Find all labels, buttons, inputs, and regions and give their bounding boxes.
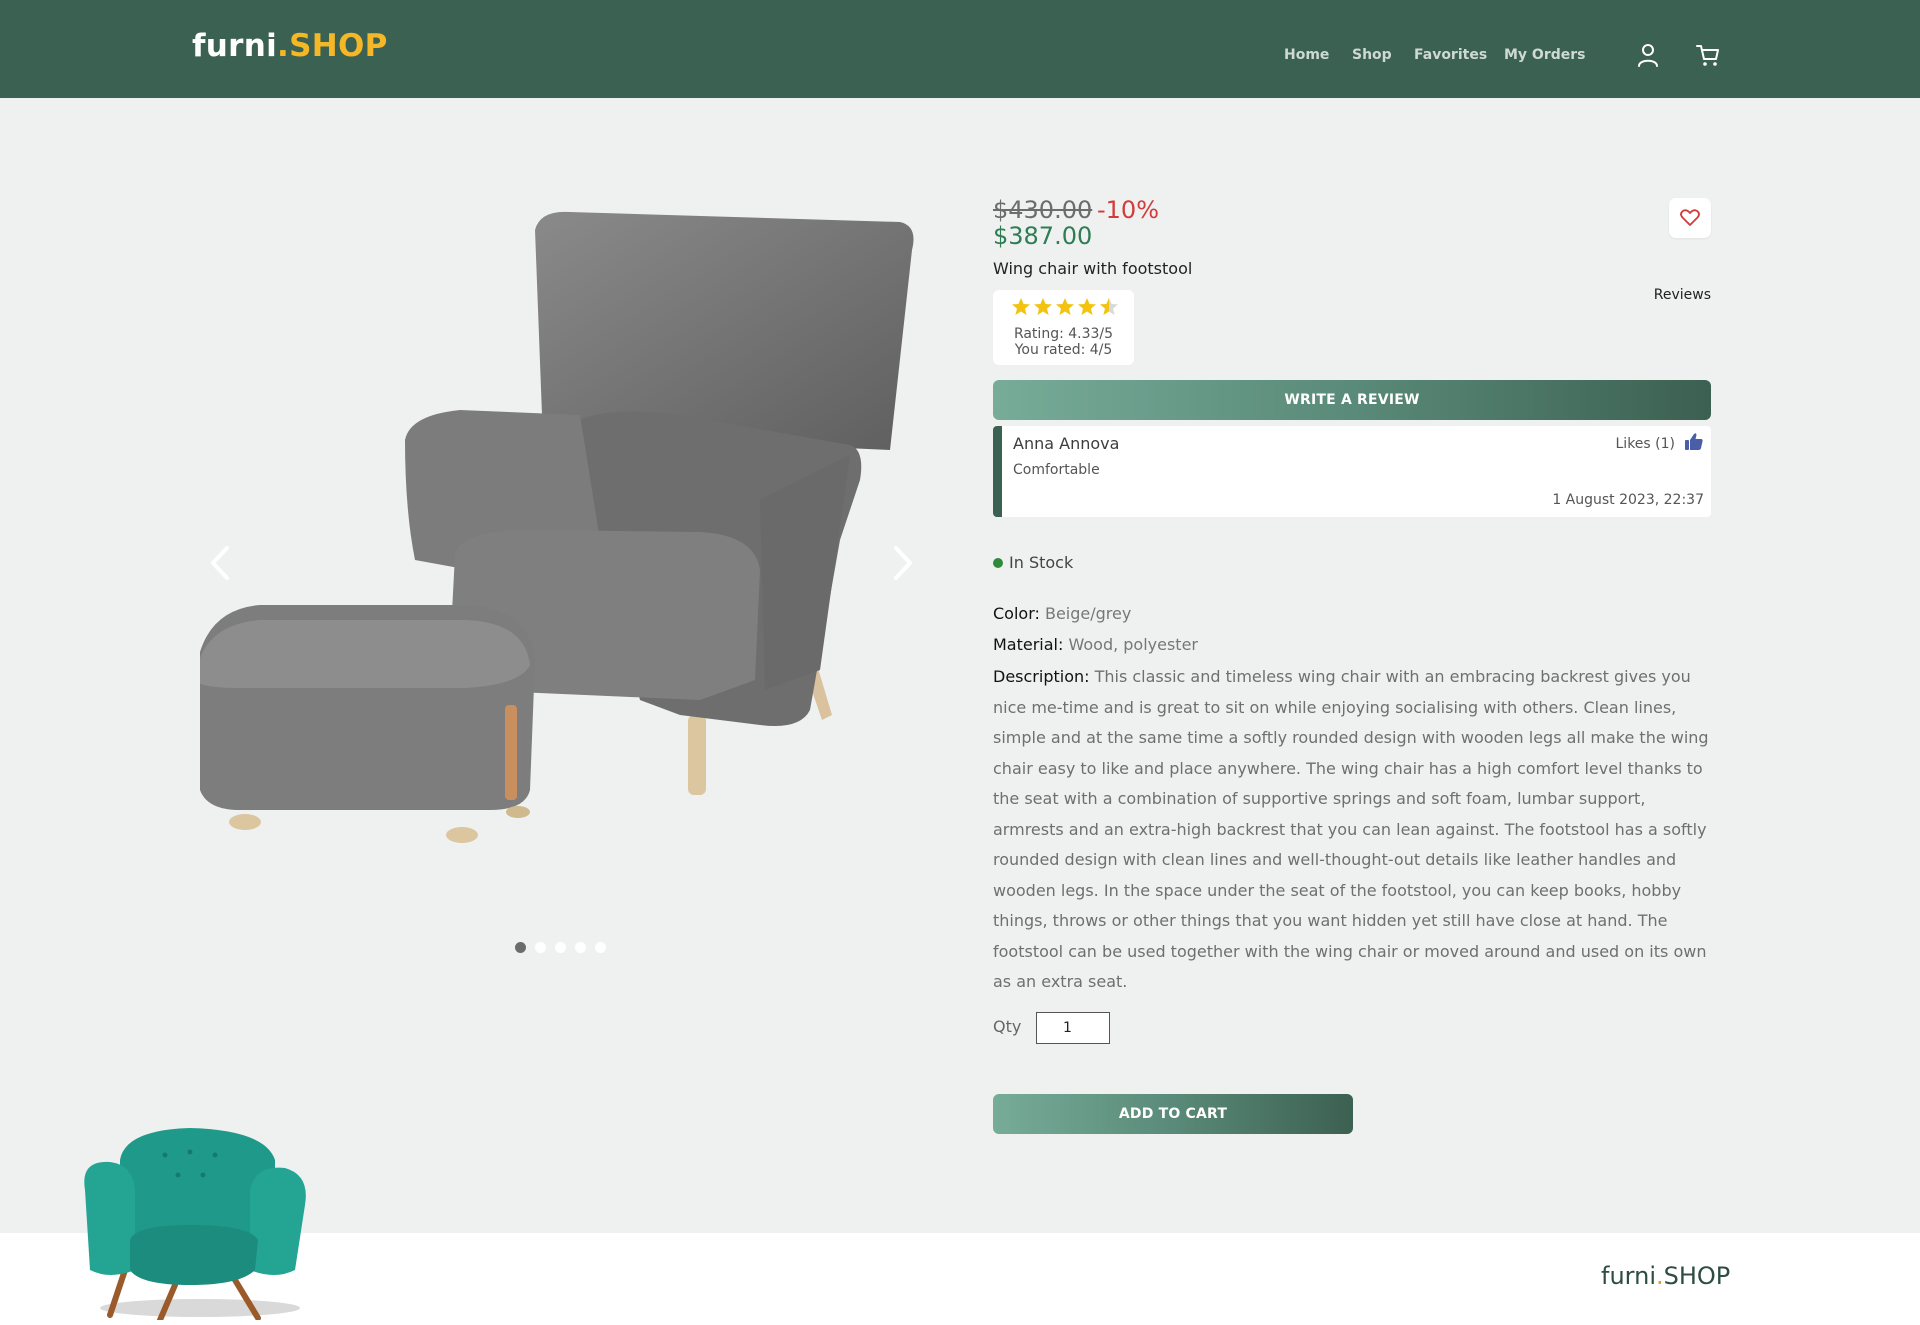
- star-icon[interactable]: [1033, 297, 1053, 317]
- carousel-dot[interactable]: [535, 942, 546, 953]
- carousel-dot[interactable]: [515, 942, 526, 953]
- logo-dot: .: [277, 28, 290, 64]
- user-icon[interactable]: [1634, 41, 1662, 69]
- stock-status-label: In Stock: [1009, 553, 1074, 572]
- star-icon[interactable]: [1055, 297, 1075, 317]
- carousel-dot[interactable]: [555, 942, 566, 953]
- carousel-next-arrow[interactable]: [888, 540, 918, 586]
- footer-logo-shop: SHOP: [1663, 1262, 1731, 1290]
- nav-home[interactable]: Home: [1284, 47, 1329, 63]
- footer-logo-dot: .: [1655, 1262, 1664, 1290]
- decorative-armchair-image: [84, 1128, 306, 1320]
- product-image: [195, 211, 914, 843]
- description-text: This classic and timeless wing chair wit…: [993, 667, 1709, 991]
- heart-icon: [1680, 209, 1700, 226]
- material-label: Material:: [993, 635, 1064, 654]
- carousel-prev-arrow[interactable]: [205, 540, 235, 586]
- logo-text-furni: furni: [192, 28, 278, 64]
- in-stock-dot-icon: [993, 557, 1003, 568]
- nav-favorites[interactable]: Favorites: [1414, 47, 1487, 63]
- write-review-button[interactable]: WRITE A REVIEW: [993, 380, 1711, 420]
- footer-logo-furni: furni: [1601, 1262, 1656, 1290]
- stock-status: In Stock: [993, 553, 1073, 572]
- carousel-dot[interactable]: [575, 942, 586, 953]
- product-title: Wing chair with footstool: [993, 259, 1193, 278]
- average-rating: Rating: 4.33/5: [1013, 326, 1114, 342]
- sale-price: $387.00: [993, 222, 1093, 250]
- brand-logo[interactable]: furni.SHOP: [192, 28, 388, 64]
- carousel-dot[interactable]: [595, 942, 606, 953]
- description-label: Description:: [993, 667, 1090, 686]
- star-icon[interactable]: [1077, 297, 1097, 317]
- add-to-favorites-button[interactable]: [1669, 198, 1711, 238]
- color-label: Color:: [993, 604, 1040, 623]
- review-author: Anna Annova: [1013, 434, 1120, 453]
- quantity-label: Qty: [993, 1017, 1022, 1036]
- half-star-icon[interactable]: [1099, 297, 1119, 317]
- thumbs-up-icon[interactable]: [1683, 431, 1705, 453]
- material-value: Wood, polyester: [1063, 635, 1198, 654]
- nav-my-orders[interactable]: My Orders: [1504, 47, 1586, 63]
- product-image-carousel: [195, 210, 920, 940]
- user-rating: You rated: 4/5: [1014, 342, 1113, 358]
- review-date: 1 August 2023, 22:37: [1552, 492, 1704, 508]
- add-to-cart-button[interactable]: ADD TO CART: [993, 1094, 1353, 1134]
- top-header: furni.SHOP Home Shop Favorites My Orders: [0, 0, 1920, 98]
- cart-icon[interactable]: [1694, 41, 1722, 69]
- review-likes-count: Likes (1): [1615, 436, 1676, 452]
- discount-badge: -10%: [1097, 196, 1160, 224]
- rating-card[interactable]: Rating: 4.33/5 You rated: 4/5: [993, 290, 1134, 365]
- product-color: Color: Beige/grey: [993, 604, 1131, 623]
- product-material: Material: Wood, polyester: [993, 635, 1198, 654]
- star-rating[interactable]: [1011, 297, 1119, 317]
- review-text: Comfortable: [1013, 462, 1100, 478]
- nav-shop[interactable]: Shop: [1352, 47, 1392, 63]
- color-value: Beige/grey: [1039, 604, 1132, 623]
- carousel-indicators: [515, 942, 606, 953]
- star-icon[interactable]: [1011, 297, 1031, 317]
- reviews-link[interactable]: Reviews: [1640, 287, 1711, 303]
- logo-text-shop: SHOP: [289, 28, 388, 64]
- quantity-input[interactable]: [1036, 1012, 1110, 1044]
- product-description: Description: This classic and timeless w…: [993, 662, 1713, 998]
- footer-logo[interactable]: furni.SHOP: [1601, 1262, 1730, 1290]
- review-item: Anna Annova Comfortable Likes (1) 1 Augu…: [993, 426, 1711, 517]
- original-price: $430.00: [993, 196, 1093, 224]
